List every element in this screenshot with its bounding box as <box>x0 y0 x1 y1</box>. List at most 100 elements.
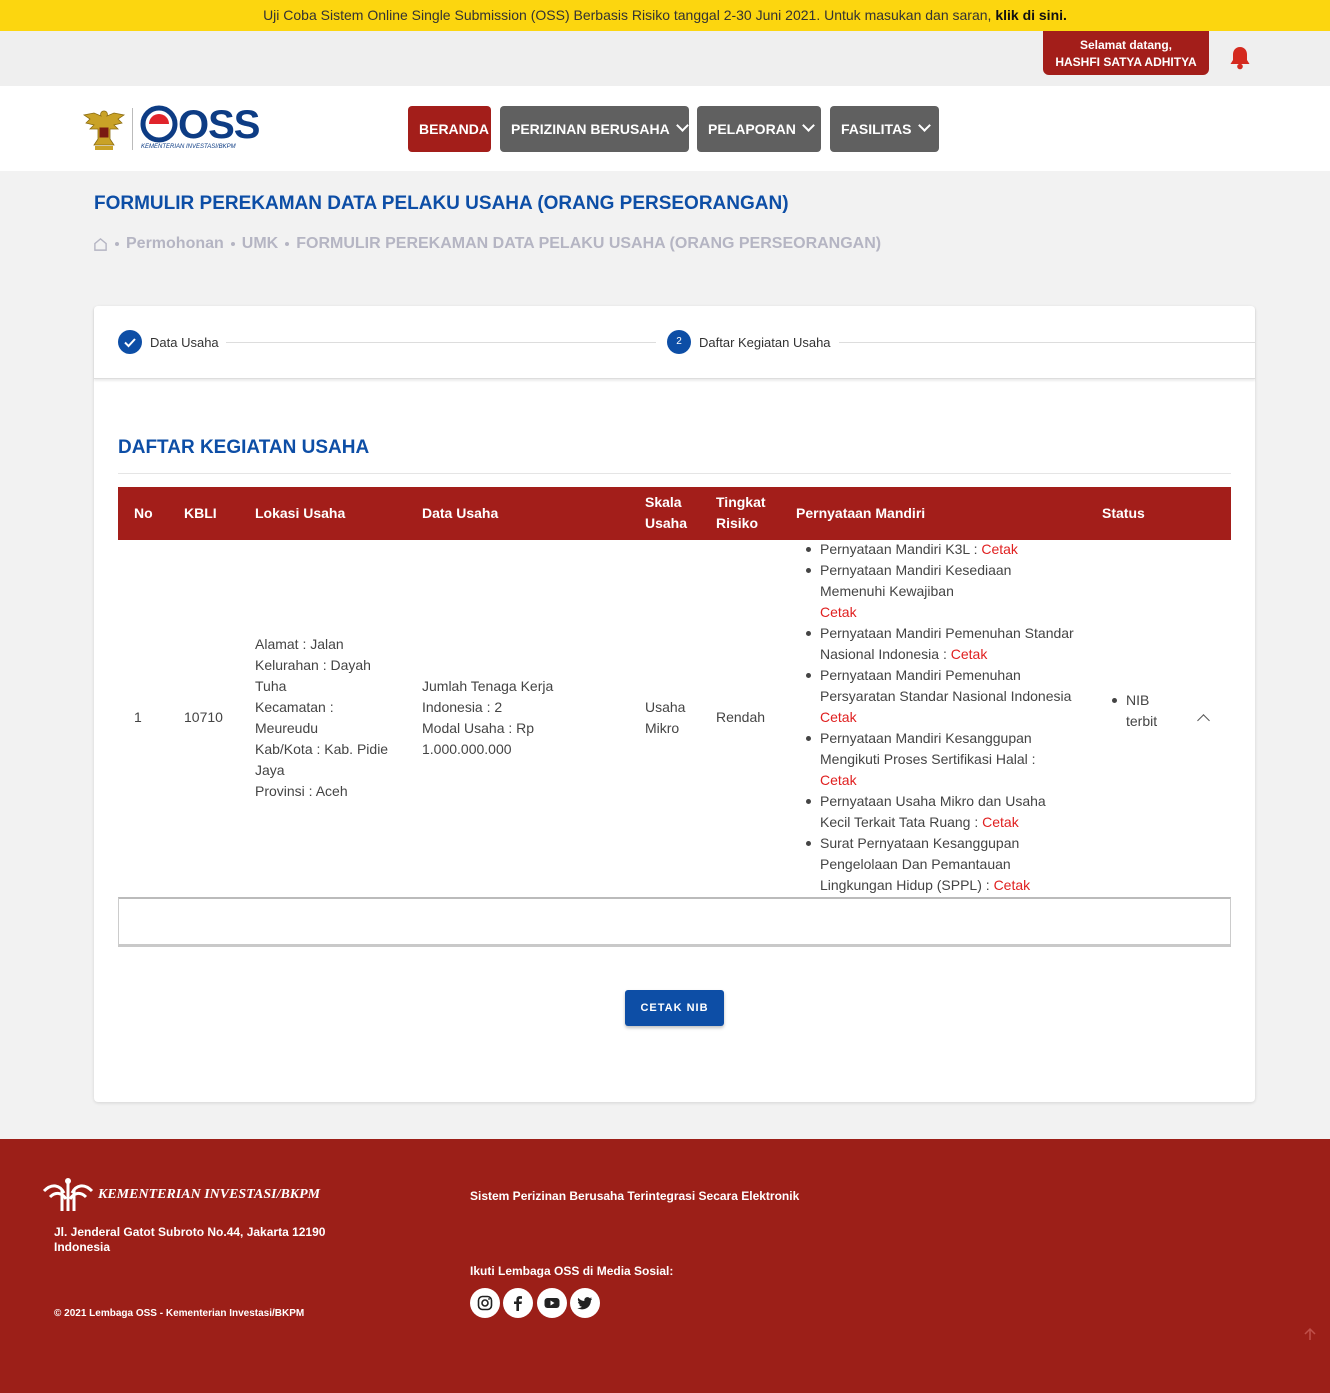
table-header: No KBLI Lokasi Usaha Data Usaha Skala Us… <box>118 487 1231 540</box>
oss-logo-mark-icon <box>140 105 178 143</box>
lokasi-line: Kecamatan : <box>255 699 334 715</box>
pernyataan-item: Pernyataan Mandiri Pemenuhan Standar Nas… <box>806 623 1076 665</box>
instagram-icon[interactable] <box>470 1288 500 1318</box>
footer-copyright: © 2021 Lembaga OSS - Kementerian Investa… <box>54 1308 305 1319</box>
announcement-banner: Uji Coba Sistem Online Single Submission… <box>0 0 1330 31</box>
pernyataan-item: Pernyataan Usaha Mikro dan Usaha Kecil T… <box>806 791 1076 833</box>
lokasi-line: Kelurahan : Dayah <box>255 657 371 673</box>
banner-link[interactable]: klik di sini. <box>995 7 1067 23</box>
twitter-icon[interactable] <box>570 1288 600 1318</box>
skala-line: Mikro <box>645 720 680 736</box>
pernyataan-item: Surat Pernyataan Kesanggupan Pengelolaan… <box>806 833 1076 896</box>
status-text: NIB <box>1126 692 1150 708</box>
welcome-greeting: Selamat datang, <box>1079 38 1173 52</box>
cell-risiko: Rendah <box>716 709 766 725</box>
th-status: Status <box>1102 505 1145 521</box>
th-skala-2: Usaha <box>645 515 688 531</box>
pernyataan-text: Surat Pernyataan Kesanggupan <box>820 835 1020 851</box>
nav-perizinan-label: PERIZINAN BERUSAHA <box>511 121 670 137</box>
nav-beranda[interactable]: BERANDA <box>408 106 491 152</box>
home-icon[interactable] <box>93 237 108 252</box>
cell-status: NIB terbit <box>1112 690 1182 732</box>
footer-follow-label: Ikuti Lembaga OSS di Media Sosial: <box>470 1264 674 1278</box>
pernyataan-item: Pernyataan Mandiri Pemenuhan Persyaratan… <box>806 665 1076 728</box>
status-item: NIB terbit <box>1112 690 1182 732</box>
cetak-link[interactable]: Cetak <box>820 602 1076 623</box>
facebook-icon[interactable] <box>503 1288 533 1318</box>
scroll-to-top-icon[interactable] <box>1302 1326 1318 1342</box>
step-1-check-icon[interactable] <box>118 330 142 354</box>
pernyataan-item: Pernyataan Mandiri Kesanggupan Mengikuti… <box>806 728 1076 791</box>
pernyataan-text: Kecil Terkait Tata Ruang : <box>820 814 983 830</box>
pernyataan-text: Lingkungan Hidup (SPPL) : <box>820 877 994 893</box>
main-card: Data Usaha 2 Daftar Kegiatan Usaha DAFTA… <box>94 306 1255 1102</box>
th-pernyataan: Pernyataan Mandiri <box>796 505 926 521</box>
user-name: HASHFI SATYA ADHITYA <box>1055 55 1197 69</box>
nav-fasilitas-label: FASILITAS <box>841 121 912 137</box>
lokasi-line: Tuha <box>255 678 287 694</box>
th-skala-1: Skala <box>645 494 682 510</box>
pernyataan-text: Pernyataan Mandiri K3L : <box>820 541 982 557</box>
cell-data-usaha: Jumlah Tenaga Kerja Indonesia : 2 Modal … <box>422 676 602 760</box>
cell-skala: Usaha Mikro <box>645 697 685 739</box>
notification-bell-icon[interactable] <box>1228 45 1252 71</box>
status-text: terbit <box>1126 713 1158 729</box>
cetak-link[interactable]: Cetak <box>820 770 1076 791</box>
data-usaha-line: 1.000.000.000 <box>422 741 512 757</box>
cetak-link[interactable]: Cetak <box>951 646 988 662</box>
breadcrumb-separator <box>230 242 235 246</box>
pernyataan-text: Nasional Indonesia : <box>820 646 951 662</box>
nav-pelaporan-label: PELAPORAN <box>708 121 796 137</box>
nav-perizinan-berusaha[interactable]: PERIZINAN BERUSAHA <box>500 106 689 152</box>
cetak-link[interactable]: Cetak <box>994 877 1031 893</box>
cetak-link[interactable]: Cetak <box>820 707 1076 728</box>
breadcrumb: Permohonan UMK FORMULIR PEREKAMAN DATA P… <box>93 235 881 253</box>
th-risiko-1: Tingkat <box>716 494 766 510</box>
breadcrumb-permohonan[interactable]: Permohonan <box>126 235 224 253</box>
page-title: FORMULIR PEREKAMAN DATA PELAKU USAHA (OR… <box>94 193 789 214</box>
footer-address-line: Jl. Jenderal Gatot Subroto No.44, Jakart… <box>54 1225 326 1239</box>
data-usaha-line: Modal Usaha : Rp <box>422 720 535 736</box>
oss-logo[interactable]: OSS KEMENTERIAN INVESTASI/BKPM <box>138 101 260 156</box>
data-usaha-line: Jumlah Tenaga Kerja <box>422 678 554 694</box>
cell-lokasi: Alamat : Jalan Kelurahan : Dayah Tuha Ke… <box>255 634 405 802</box>
step-1-label[interactable]: Data Usaha <box>150 335 219 350</box>
breadcrumb-separator <box>285 242 290 246</box>
chevron-up-icon[interactable] <box>1197 714 1210 727</box>
section-divider <box>118 473 1231 474</box>
pernyataan-text: Mengikuti Proses Sertifikasi Halal : <box>820 751 1036 767</box>
breadcrumb-current: FORMULIR PEREKAMAN DATA PELAKU USAHA (OR… <box>296 235 882 252</box>
step-2-number[interactable]: 2 <box>667 330 691 354</box>
step-2-label[interactable]: Daftar Kegiatan Usaha <box>699 335 831 350</box>
cetak-link[interactable]: Cetak <box>981 541 1018 557</box>
cell-kbli: 10710 <box>184 709 223 725</box>
kementerian-logo-icon <box>42 1178 94 1211</box>
cetak-nib-button[interactable]: CETAK NIB <box>625 990 724 1026</box>
pernyataan-text: Persyaratan Standar Nasional Indonesia <box>820 688 1072 704</box>
main-navbar: OSS KEMENTERIAN INVESTASI/BKPM BERANDA P… <box>0 86 1330 171</box>
nav-beranda-label: BERANDA <box>419 121 489 137</box>
youtube-icon[interactable] <box>537 1288 567 1318</box>
section-title: DAFTAR KEGIATAN USAHA <box>118 437 370 458</box>
pernyataan-item: Pernyataan Mandiri Kesediaan Memenuhi Ke… <box>806 560 1076 623</box>
pernyataan-text: Memenuhi Kewajiban <box>820 583 954 599</box>
nav-fasilitas[interactable]: FASILITAS <box>830 106 939 152</box>
pernyataan-text: Pernyataan Usaha Mikro dan Usaha <box>820 793 1046 809</box>
cetak-link[interactable]: Cetak <box>982 814 1019 830</box>
th-lokasi: Lokasi Usaha <box>255 505 346 521</box>
cell-no: 1 <box>134 709 142 725</box>
table-footer <box>118 897 1231 947</box>
lokasi-line: Kab/Kota : Kab. Pidie <box>255 741 389 757</box>
pernyataan-item: Pernyataan Mandiri K3L : Cetak <box>806 539 1076 560</box>
user-welcome[interactable]: Selamat datang, HASHFI SATYA ADHITYA <box>1043 31 1209 75</box>
footer-system-name: Sistem Perizinan Berusaha Terintegrasi S… <box>470 1189 800 1203</box>
pernyataan-text: Pernyataan Mandiri Pemenuhan <box>820 667 1021 683</box>
lokasi-line: Jaya <box>255 762 285 778</box>
footer-address: Jl. Jenderal Gatot Subroto No.44, Jakart… <box>54 1225 325 1255</box>
pernyataan-text: Pengelolaan Dan Pemantauan <box>820 856 1011 872</box>
footer-address-line: Indonesia <box>54 1240 111 1254</box>
footer: KEMENTERIAN INVESTASI/BKPM Jl. Jenderal … <box>0 1139 1330 1393</box>
nav-pelaporan[interactable]: PELAPORAN <box>697 106 821 152</box>
breadcrumb-umk[interactable]: UMK <box>242 235 278 253</box>
th-risiko-2: Risiko <box>716 515 759 531</box>
